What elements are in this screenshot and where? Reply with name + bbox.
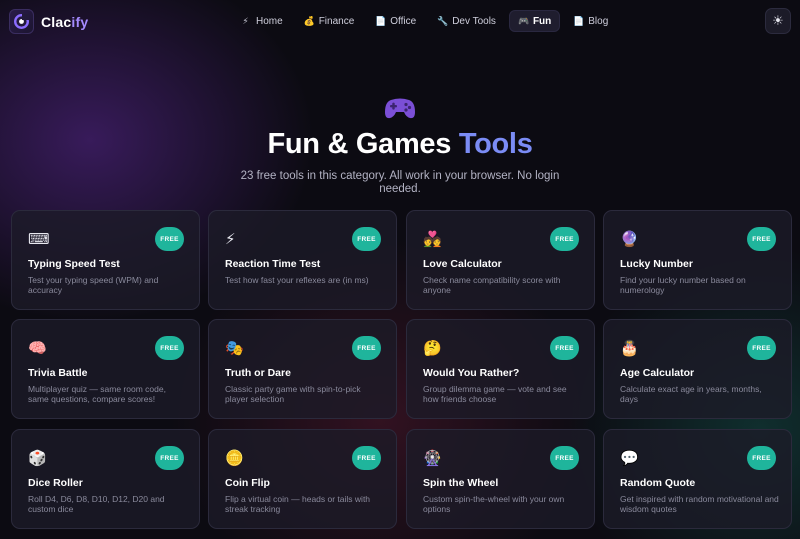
tool-description: Test your typing speed (WPM) and accurac…: [28, 275, 159, 295]
free-badge: FREE: [352, 227, 381, 251]
tool-description: Multiplayer quiz — same room code, same …: [28, 384, 166, 404]
tool-description: Find your lucky number based on numerolo…: [620, 275, 746, 295]
tool-card-truth-or-dare[interactable]: 🎭 FREE Truth or Dare Classic party game wit…: [208, 319, 397, 419]
nav-item-office[interactable]: 📄 Office: [367, 10, 424, 32]
coin-icon: 🪙: [225, 450, 244, 467]
thinking-face-icon: 🤔: [423, 340, 442, 357]
free-badge: FREE: [155, 336, 184, 360]
dice-icon: 🎲: [28, 450, 47, 467]
tool-card-spin-the-wheel[interactable]: 🎡 FREE Spin the Wheel Custom spin-the-wheel…: [406, 429, 595, 529]
tool-description: Calculate exact age in years, months, da…: [620, 384, 762, 404]
tool-card-random-quote[interactable]: 💬 FREE Random Quote Get inspired with rando…: [603, 429, 792, 529]
tool-title: Random Quote: [620, 477, 696, 489]
tool-title: Lucky Number: [620, 258, 693, 270]
money-bag-icon: 💰: [303, 15, 315, 26]
document-icon: 📄: [375, 15, 387, 26]
ferris-wheel-icon: 🎡: [423, 450, 442, 467]
brand-name: Clacify: [41, 13, 89, 30]
nav-item-dev-tools[interactable]: 🔧 Dev Tools: [429, 10, 504, 32]
document-icon: 📄: [573, 15, 585, 26]
tool-card-typing-speed-test[interactable]: ⌨ FREE Typing Speed Test Test your typing s…: [11, 210, 200, 310]
tool-description: Custom spin-the-wheel with your own opti…: [423, 494, 565, 514]
gamepad-icon: 🎮: [517, 15, 530, 26]
tool-title: Truth or Dare: [225, 367, 291, 379]
keyboard-icon: ⌨: [28, 231, 50, 248]
nav-item-label: Home: [256, 15, 283, 27]
tool-title: Dice Roller: [28, 477, 83, 489]
free-badge: FREE: [155, 446, 184, 470]
free-badge: FREE: [352, 336, 381, 360]
nav-item-label: Office: [390, 15, 417, 27]
tool-card-reaction-time-test[interactable]: ⚡ FREE Reaction Time Test Test how fast you…: [208, 210, 397, 310]
bolt-icon: ⚡: [225, 231, 236, 248]
tool-description: Flip a virtual coin — heads or tails wit…: [225, 494, 371, 514]
tool-description: Check name compatibility score with anyo…: [423, 275, 561, 295]
free-badge: FREE: [747, 446, 776, 470]
free-badge: FREE: [550, 336, 579, 360]
tool-description: Roll D4, D6, D8, D10, D12, D20 and custo…: [28, 494, 165, 514]
bolt-icon: ⚡: [242, 15, 249, 26]
theater-masks-icon: 🎭: [225, 340, 244, 357]
tool-card-age-calculator[interactable]: 🎂 FREE Age Calculator Calculate exact age i…: [603, 319, 792, 419]
brain-icon: 🧠: [28, 340, 47, 357]
tool-title: Would You Rather?: [423, 367, 520, 379]
tool-card-lucky-number[interactable]: 🔮 FREE Lucky Number Find your lucky number …: [603, 210, 792, 310]
nav-item-blog[interactable]: 📄 Blog: [565, 10, 616, 32]
tool-title: Love Calculator: [423, 258, 502, 270]
tool-card-coin-flip[interactable]: 🪙 FREE Coin Flip Flip a virtual coin — head…: [208, 429, 397, 529]
nav-item-label: Fun: [532, 15, 552, 27]
tool-title: Trivia Battle: [28, 367, 88, 379]
tool-title: Reaction Time Test: [225, 258, 321, 270]
nav-item-fun[interactable]: 🎮 Fun: [508, 10, 561, 32]
free-badge: FREE: [550, 227, 579, 251]
tool-title: Age Calculator: [620, 367, 695, 379]
tool-title: Typing Speed Test: [28, 258, 120, 270]
sun-icon: ☀: [772, 13, 784, 28]
speech-bubble-icon: 💬: [620, 450, 639, 467]
nav-item-home[interactable]: ⚡ Home: [233, 10, 291, 32]
free-badge: FREE: [155, 227, 184, 251]
theme-toggle-button[interactable]: ☀: [765, 8, 791, 34]
nav-item-label: Blog: [588, 15, 609, 27]
nav-item-label: Finance: [318, 15, 355, 27]
wrench-icon: 🔧: [437, 15, 449, 26]
brand-logo[interactable]: Clacify: [9, 9, 88, 34]
free-badge: FREE: [747, 336, 776, 360]
nav-item-label: Dev Tools: [452, 15, 496, 27]
tool-title: Spin the Wheel: [423, 477, 499, 489]
free-badge: FREE: [550, 446, 579, 470]
tool-description: Classic party game with spin-to-pick pla…: [225, 384, 361, 404]
tool-title: Coin Flip: [225, 477, 270, 489]
tool-description: Test how fast your reflexes are (in ms): [225, 275, 369, 285]
brand-logo-icon: [9, 9, 34, 34]
tool-description: Group dilemma game — vote and see how fr…: [423, 384, 567, 404]
birthday-cake-icon: 🎂: [620, 340, 639, 357]
page-subtitle: 23 free tools in this category. All work…: [240, 170, 560, 195]
tool-card-love-calculator[interactable]: 💑 FREE Love Calculator Check name compatibi…: [406, 210, 595, 310]
tool-card-would-you-rather[interactable]: 🤔 FREE Would You Rather? Group dilemma game…: [406, 319, 595, 419]
tool-card-dice-roller[interactable]: 🎲 FREE Dice Roller Roll D4, D6, D8, D10, D1…: [11, 429, 200, 529]
main-menu: ⚡ Home 💰 Finance 📄 Office 🔧 Dev Tools 🎮 Fun 📄 Blog: [233, 10, 621, 32]
top-nav: Clacify ⚡ Home 💰 Finance 📄 Office 🔧 Dev Tools 🎮 F…: [0, 0, 800, 42]
couple-heart-icon: 💑: [423, 231, 442, 248]
crystal-ball-icon: 🔮: [620, 231, 639, 248]
page-title: Fun & Games Tools: [267, 128, 533, 160]
gamepad-icon: [384, 94, 416, 122]
free-badge: FREE: [352, 446, 381, 470]
tool-description: Get inspired with random motivational an…: [620, 494, 779, 514]
tool-card-trivia-battle[interactable]: 🧠 FREE Trivia Battle Multiplayer quiz — sam…: [11, 319, 200, 419]
nav-item-finance[interactable]: 💰 Finance: [296, 10, 363, 32]
free-badge: FREE: [747, 227, 776, 251]
